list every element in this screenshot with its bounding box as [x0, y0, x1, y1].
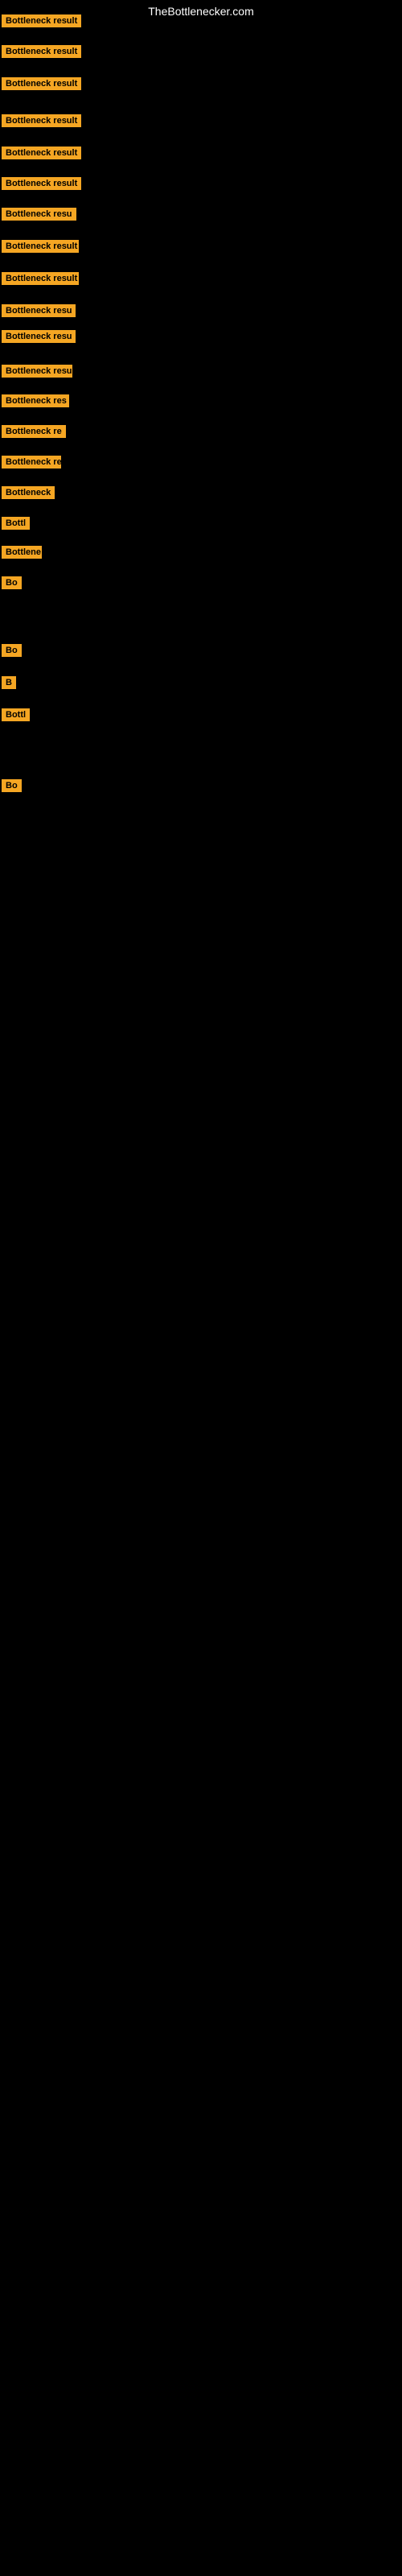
bottleneck-badge: Bo [2, 644, 22, 657]
bottleneck-badge: Bottleneck [2, 486, 55, 499]
bottleneck-badge: Bottlene [2, 546, 42, 559]
bottleneck-badge: Bo [2, 576, 22, 589]
bottleneck-badge: Bottleneck resu [2, 208, 76, 221]
bottleneck-badge: Bottleneck result [2, 240, 79, 253]
bottleneck-badge: Bottleneck result [2, 45, 81, 58]
bottleneck-badge: Bottl [2, 708, 30, 721]
bottleneck-badge: Bottleneck result [2, 77, 81, 90]
bottleneck-badge: Bottleneck res [2, 456, 61, 469]
bottleneck-badge: B [2, 676, 16, 689]
bottleneck-badge: Bottleneck re [2, 425, 66, 438]
bottleneck-badge: Bottleneck result [2, 114, 81, 127]
bottleneck-badge: Bottleneck result [2, 177, 81, 190]
bottleneck-badge: Bottleneck res [2, 394, 69, 407]
bottleneck-badge: Bottleneck resu [2, 365, 72, 378]
bottleneck-badge: Bottleneck result [2, 14, 81, 27]
bottleneck-badge: Bottleneck result [2, 147, 81, 159]
bottleneck-badge: Bottl [2, 517, 30, 530]
bottleneck-badge: Bottleneck result [2, 272, 79, 285]
bottleneck-badge: Bottleneck resu [2, 330, 76, 343]
bottleneck-badge: Bottleneck resu [2, 304, 76, 317]
bottleneck-badge: Bo [2, 779, 22, 792]
